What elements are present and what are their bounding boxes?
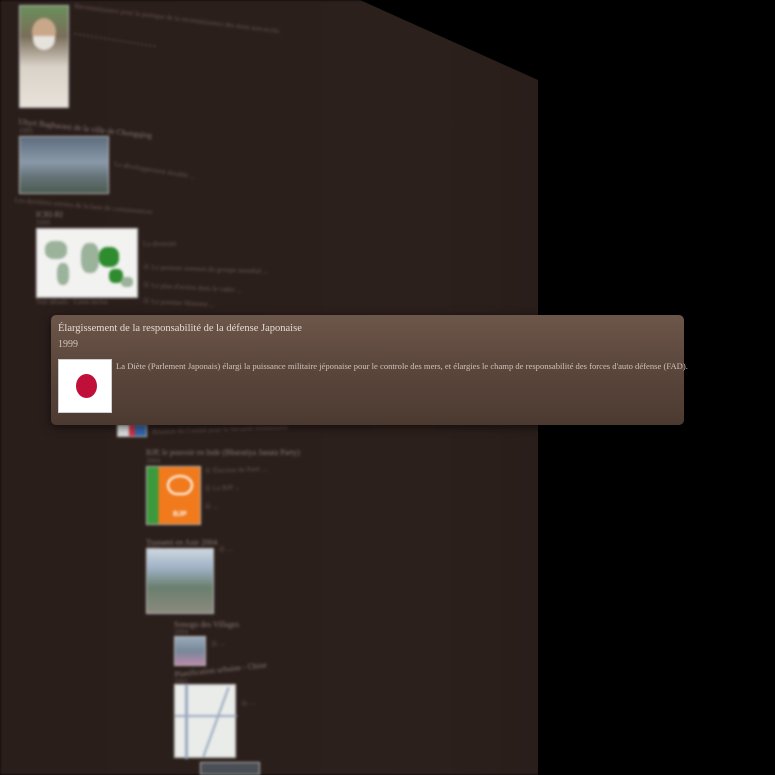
ghost-entry-title: ICRI-RI	[36, 210, 63, 219]
map-road	[202, 686, 230, 758]
world-map-thumbnail[interactable]	[36, 228, 138, 298]
ghost-text: Ⓐ Le plan d'action dans le cadre ...	[142, 280, 242, 295]
bjp-logo-thumbnail[interactable]: BJP	[146, 466, 201, 525]
ghost-entry-title: BJP, le pouvoir en Inde (Bharatiya Janat…	[146, 448, 300, 457]
ghost-text: Le développement durable ...	[113, 160, 196, 181]
ghost-text: Ⓐ Le BJP ...	[204, 483, 241, 493]
ghost-text: Ⓐ Élection du Parti ...	[204, 464, 268, 475]
ghost-text: Ⓐ ...	[218, 544, 233, 554]
ghost-entry-year: 2004	[146, 457, 160, 465]
ghost-text: Voir détails · Liens inclus	[36, 298, 108, 306]
card-title: Élargissement de la responsabilité de la…	[58, 323, 302, 334]
ghost-text: Ⓐ ...	[210, 638, 226, 649]
ghost-text: La diversité	[143, 240, 177, 248]
ghost-text: Réunion du Comité pour la Sécurité Alime…	[152, 423, 288, 436]
ghost-text: Ⓐ ...	[240, 697, 256, 709]
portrait-beard	[33, 36, 55, 50]
map-land	[45, 241, 67, 259]
ghost-entry-year: 1995	[19, 127, 33, 135]
ghost-text: Reconnaissance pour la pratique de la re…	[74, 2, 280, 36]
bjp-logo-text: BJP	[173, 511, 187, 518]
ghost-text: • • • • • • • • • • • • • • • • • • • •	[73, 30, 157, 51]
flag-thumbnail[interactable]	[117, 424, 147, 437]
ghost-entry-year: 2004	[174, 628, 188, 636]
card-description: La Diète (Parlement Japonais) élargi la …	[116, 361, 688, 371]
map-road	[175, 715, 237, 717]
tsunami-thumbnail[interactable]	[146, 548, 214, 614]
map-land	[81, 243, 99, 273]
map-land-highlight	[99, 247, 119, 267]
card-year: 1999	[58, 339, 78, 350]
bottom-thumbnail[interactable]	[200, 762, 260, 775]
portrait-thumbnail[interactable]	[19, 5, 69, 108]
map-land	[57, 263, 69, 285]
ghost-text: Ⓐ Le premier sommet du groupe mondial ..…	[142, 262, 269, 276]
map-land	[121, 277, 133, 287]
ghost-text: Ⓐ Le premier Ministre ...	[142, 296, 215, 309]
flag-sun-disc	[76, 374, 97, 398]
ghost-entry-year: 1999	[36, 219, 50, 227]
landscape-thumbnail[interactable]	[19, 136, 109, 194]
street-map-thumbnail[interactable]	[174, 684, 237, 759]
map-road	[185, 685, 188, 759]
ghost-text: Ⓐ ...	[204, 502, 219, 511]
japan-flag-icon[interactable]	[58, 359, 112, 413]
lotus-icon	[167, 475, 193, 495]
coast-thumbnail[interactable]	[174, 636, 206, 666]
highlighted-timeline-card[interactable]: Élargissement de la responsabilité de la…	[51, 315, 688, 425]
